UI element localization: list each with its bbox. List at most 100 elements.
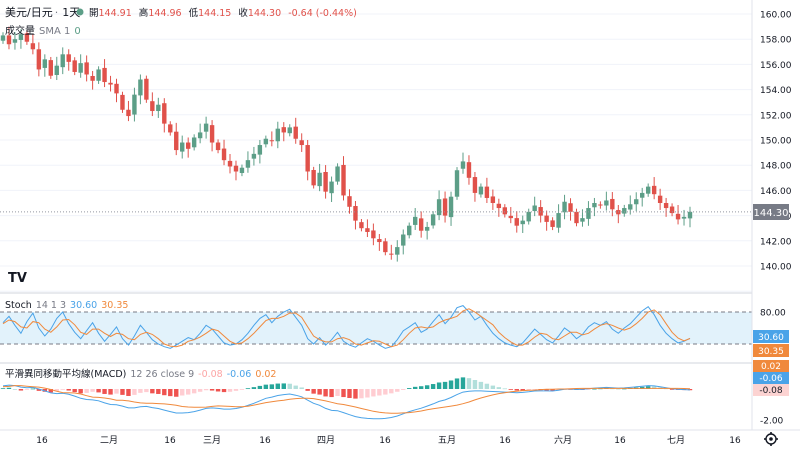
trading-chart[interactable]: 160.00 158.00 156.00 154.00 152.00 150.00 148.…: [0, 0, 800, 450]
chart-grid: [0, 13, 752, 292]
macd-histogram-bar: [275, 383, 280, 389]
candle-body: [383, 241, 388, 253]
candle-body: [275, 128, 280, 142]
macd-histogram-bar: [401, 389, 406, 390]
candle-body: [209, 125, 215, 143]
candle-body: [102, 67, 107, 83]
candle-body: [502, 207, 508, 215]
candle-body: [484, 186, 490, 198]
candle-body: [126, 109, 131, 117]
macd-histogram-bar: [496, 387, 502, 389]
time-tick-label: 七月: [667, 435, 685, 446]
candle-body: [96, 69, 101, 81]
candle-body: [269, 140, 275, 142]
candle-body: [48, 60, 53, 76]
macd-histogram-bar: [460, 377, 466, 389]
candle-body: [442, 198, 448, 216]
candle-body: [353, 206, 358, 221]
candle-body: [562, 201, 567, 213]
macd-legend[interactable]: 平滑異同移動平均線(MACD) 12 26 close 9 -0.08 -0.06 0.…: [5, 368, 276, 380]
candle-body: [407, 225, 412, 236]
candle-body: [377, 239, 382, 243]
time-tick-label: 二月: [100, 435, 118, 446]
time-tick-label: 四月: [317, 435, 335, 446]
candle-body: [42, 59, 48, 68]
macd-histogram-bar: [60, 389, 65, 390]
candle-body: [395, 247, 400, 255]
macd-hist-label: -0.08: [759, 386, 783, 396]
symbol-legend[interactable]: 美元/日元 · 1天 開144.91 高144.96 低144.15 收144.30…: [5, 6, 357, 19]
macd-histogram-bar: [263, 384, 269, 389]
price-tick-label: 140.00: [760, 263, 792, 273]
candle-body: [371, 230, 376, 239]
candle-body: [66, 54, 71, 62]
macd-histogram-bar: [359, 389, 364, 399]
macd-histogram-bar: [245, 388, 251, 390]
candle-body: [335, 166, 340, 182]
macd-histogram-bar: [6, 387, 12, 389]
macd-histogram-bar: [144, 389, 149, 393]
macd-histogram-bar: [413, 386, 418, 389]
macd-histogram-bar: [132, 389, 137, 395]
macd-axis[interactable]: -2.00: [760, 417, 784, 427]
stoch-d-label: 30.35: [758, 347, 784, 357]
macd-histogram-bar: [239, 389, 245, 390]
macd-tick-label: -2.00: [760, 417, 784, 427]
current-price-label: 144.30: [754, 208, 789, 219]
candle-body: [60, 54, 65, 68]
macd-histogram-bar: [389, 389, 394, 394]
price-tick-label: 160.00: [760, 11, 792, 21]
time-axis[interactable]: 16 二月 16 三月 16 四月 16 五月 16 六月 16 七月 16: [36, 434, 741, 446]
candle-body: [323, 172, 328, 192]
price-tick-label: 152.00: [760, 111, 792, 121]
price-axis[interactable]: 160.00 158.00 156.00 154.00 152.00 150.00 148.…: [760, 11, 792, 273]
time-tick-label: 16: [614, 436, 626, 446]
candle-body: [544, 215, 549, 222]
candle-body: [490, 196, 496, 203]
candle-body: [162, 103, 167, 124]
candle-body: [538, 207, 543, 216]
macd-histogram-bar: [66, 389, 71, 391]
macd-histogram-bar: [418, 386, 424, 389]
macd-histogram-bar: [323, 389, 328, 397]
candle-body: [634, 199, 639, 205]
macd-histogram-bar: [341, 389, 346, 398]
price-tick-label: 150.00: [760, 137, 792, 147]
macd-histogram-bar: [221, 389, 227, 393]
candle-body: [622, 208, 627, 214]
candle-body: [651, 185, 657, 195]
volume-legend[interactable]: 成交量 SMA 10: [5, 24, 81, 37]
time-tick-label: 16: [499, 436, 511, 446]
candle-body: [72, 60, 77, 72]
candle-body: [180, 142, 185, 152]
candle-body: [197, 132, 203, 139]
macd-histogram-bar: [335, 389, 340, 396]
candle-body: [389, 253, 394, 255]
candle-body: [460, 161, 466, 169]
macd-histogram-bar: [377, 389, 382, 396]
candle-body: [586, 208, 591, 219]
candle-body: [156, 104, 161, 112]
candle-body: [401, 234, 406, 246]
candle-body: [365, 228, 370, 232]
tradingview-logo[interactable]: TV: [8, 271, 27, 286]
macd-histogram-bar: [233, 389, 239, 391]
macd-line-label: -0.06: [759, 374, 783, 384]
macd-histogram-bar: [114, 389, 119, 394]
candle-body: [299, 140, 304, 146]
stoch-legend[interactable]: Stoch 14 1 3 30.60 30.35: [5, 300, 128, 311]
stoch-tick-label: 80.00: [760, 309, 786, 319]
candle-body: [221, 148, 227, 161]
gear-icon[interactable]: [764, 432, 778, 446]
macd-histogram-bar: [407, 388, 412, 389]
macd-histogram-bar: [209, 389, 215, 391]
macd-histogram-bar: [395, 389, 400, 392]
candle-body: [185, 142, 191, 149]
symbol-title[interactable]: 美元/日元 · 1天: [5, 6, 80, 19]
stoch-k-label: 30.60: [758, 333, 784, 343]
candle-body: [568, 203, 573, 212]
macd-histogram-bar: [347, 389, 352, 398]
macd-signal-label: 0.02: [761, 362, 781, 372]
price-candles[interactable]: [0, 26, 693, 262]
macd-histogram-bar: [0, 388, 6, 390]
